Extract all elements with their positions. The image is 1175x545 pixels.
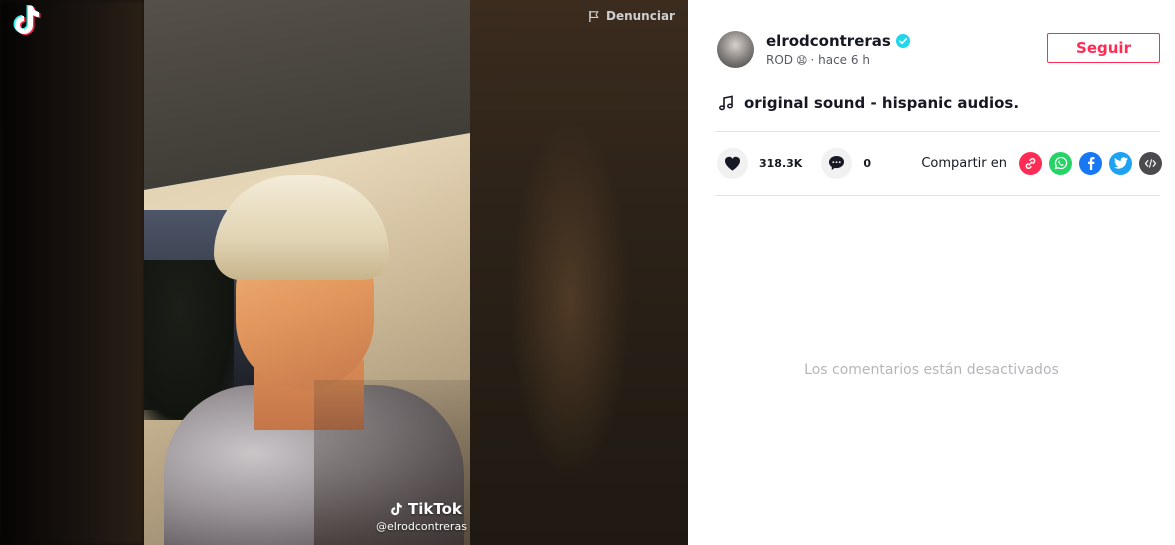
whatsapp-icon [1054, 156, 1067, 170]
watermark-brand: TikTok [408, 500, 462, 518]
divider-top [716, 131, 1160, 132]
comment-icon-wrap [821, 147, 853, 179]
divider-bottom [716, 195, 1160, 196]
music-link[interactable]: original sound - hispanic audios. [718, 94, 1019, 112]
like-button[interactable]: 318.3K [717, 147, 803, 179]
comment-button[interactable]: 0 [821, 147, 871, 179]
share-whatsapp-button[interactable] [1049, 151, 1072, 175]
share-twitter-button[interactable] [1109, 151, 1132, 175]
share-label: Compartir en [921, 155, 1007, 171]
comment-count: 0 [863, 156, 871, 170]
link-icon [1025, 157, 1036, 169]
video-background-blur-right [470, 0, 688, 545]
video-player[interactable]: Denunciar TikTok @elrodcontreras [0, 0, 688, 545]
embed-code-icon [1144, 158, 1157, 168]
avatar[interactable] [717, 31, 754, 68]
share-copy-link-button[interactable] [1019, 151, 1042, 175]
report-label: Denunciar [606, 9, 675, 23]
comments-disabled-message: Los comentarios están desactivados [804, 362, 1059, 378]
twitter-icon [1113, 157, 1128, 169]
music-note-icon [719, 95, 733, 111]
tiktok-logo-icon[interactable] [8, 2, 44, 38]
flag-icon [589, 10, 599, 22]
actions-row: 318.3K 0 Compartir en [717, 147, 1162, 179]
follow-button[interactable]: Seguir [1047, 33, 1160, 63]
verified-badge-icon [895, 34, 910, 48]
author-info: elrodcontreras ROD 😧 · hace 6 h [717, 31, 910, 68]
post-time: · hace 6 h [810, 53, 870, 67]
facebook-icon [1087, 157, 1094, 170]
author-subline: ROD 😧 · hace 6 h [766, 53, 910, 67]
tiktok-watermark-icon [391, 502, 402, 516]
author-username[interactable]: elrodcontreras [766, 32, 891, 50]
video-watermark: TikTok @elrodcontreras [376, 500, 467, 533]
video-info-panel: elrodcontreras ROD 😧 · hace 6 h Seguir o… [688, 0, 1175, 545]
watermark-handle: @elrodcontreras [376, 520, 467, 533]
author-display-name-emoji: 😧 [796, 53, 808, 67]
music-title: original sound - hispanic audios. [744, 94, 1020, 112]
author-display-name: ROD [766, 53, 794, 67]
share-facebook-button[interactable] [1079, 151, 1102, 175]
report-button[interactable]: Denunciar [588, 9, 675, 23]
comment-icon [829, 155, 845, 171]
share-section: Compartir en [921, 151, 1162, 175]
heart-icon [725, 156, 740, 171]
author-username-row[interactable]: elrodcontreras [766, 32, 910, 50]
like-count: 318.3K [759, 156, 803, 170]
share-embed-button[interactable] [1139, 151, 1162, 175]
like-icon-wrap [717, 147, 748, 179]
video-background-blur-left [0, 0, 144, 545]
video-frame[interactable]: TikTok @elrodcontreras [144, 0, 470, 545]
